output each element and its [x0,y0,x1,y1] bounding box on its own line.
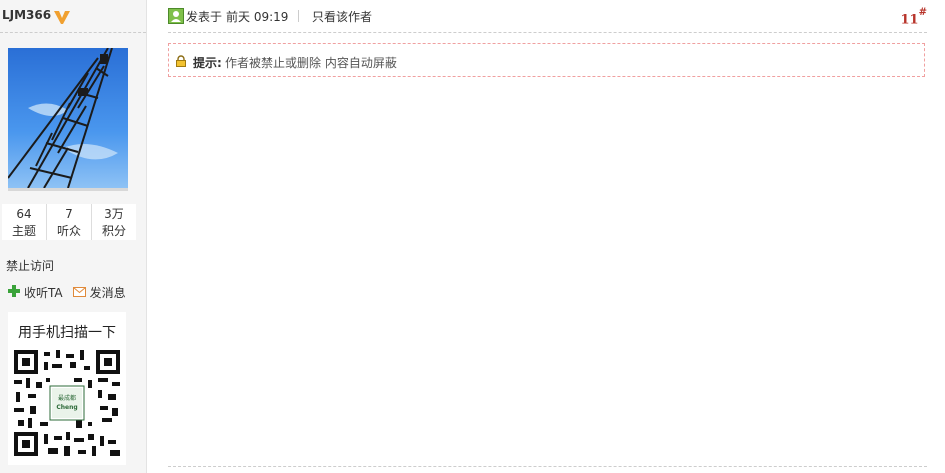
stat-value: 7 [65,207,73,221]
qr-code-image: 最成都 Cheng [14,350,120,459]
stat-value: 3万 [104,207,124,221]
user-row: LJM366 [0,0,146,33]
qr-logo-text: 最成都 [57,395,76,402]
message-label: 发消息 [89,286,126,300]
message-button[interactable]: 发消息 [72,284,126,301]
stat-label: 主题 [11,224,36,238]
username-link[interactable]: LJM366 [2,8,51,22]
qr-logo-subtext: Cheng [56,404,78,411]
only-author-link[interactable]: 只看该作者 [312,8,372,25]
author-sidebar: LJM366 64 主题 7 听众 3万 积分 禁止访问 收听TA 发消息 用手… [0,0,147,473]
stat-points[interactable]: 3万 积分 [92,204,136,240]
lock-icon [175,55,187,70]
stat-value: 64 [16,207,32,221]
floor-number[interactable]: 11# [900,7,927,28]
stat-label: 听众 [56,224,81,238]
stat-label: 积分 [101,224,126,238]
notice-label: 提示: [193,56,222,70]
divider [298,10,299,22]
stat-listeners[interactable]: 7 听众 [47,204,92,240]
v-badge-icon[interactable] [53,9,71,25]
floor-suffix: # [918,7,927,18]
follow-label: 收听TA [24,286,63,300]
author-online-icon [168,8,184,24]
qr-title: 用手机扫描一下 [18,325,116,341]
notice-text: 作者被禁止或删除 内容自动屏蔽 [225,56,397,70]
user-status: 禁止访问 [6,259,55,273]
blocked-notice: 提示: 作者被禁止或删除 内容自动屏蔽 [168,43,925,77]
post-footer-divider [168,466,927,467]
floor-value: 11 [900,12,919,28]
user-actions: 收听TA 发消息 [8,284,136,301]
user-stats: 64 主题 7 听众 3万 积分 [2,204,136,240]
plus-icon [8,285,20,300]
qr-code-panel: 用手机扫描一下 最成都 Cheng [8,312,126,465]
envelope-icon [72,286,86,300]
posted-label: 发表于 [186,10,223,24]
post-header: 发表于 前天 09:19 只看该作者 11# [168,0,927,33]
avatar[interactable] [8,48,128,188]
post-time: 前天 09:19 [226,10,289,24]
stat-topics[interactable]: 64 主题 [2,204,47,240]
follow-button[interactable]: 收听TA [8,284,63,301]
